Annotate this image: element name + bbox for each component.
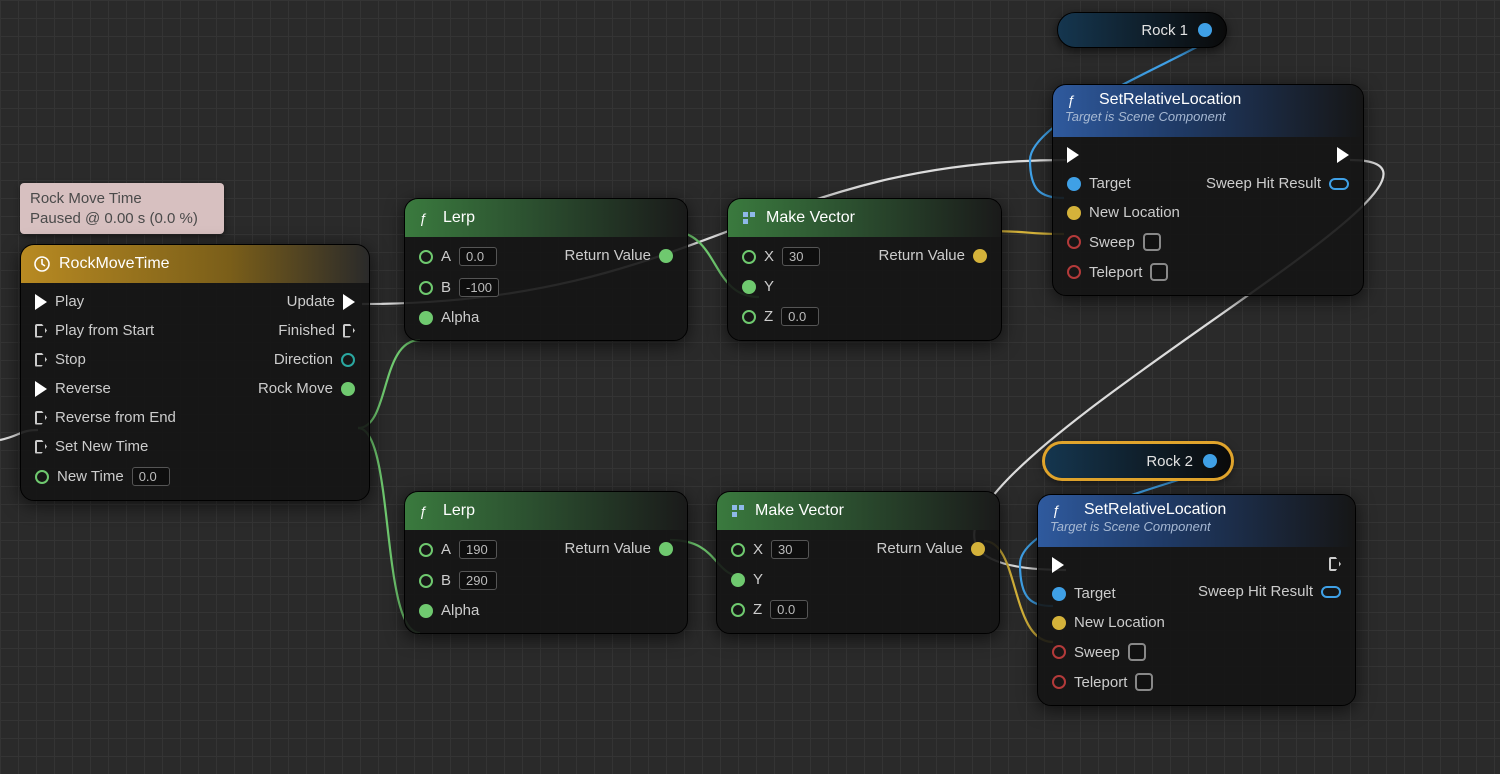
lerp2-pin-return[interactable]: Return Value	[565, 540, 673, 557]
function-icon: ƒ	[1065, 91, 1083, 109]
timeline-output-track[interactable]: Rock Move	[258, 380, 355, 397]
lerp-node-2[interactable]: ƒ Lerp A190 B290 Alpha Return Value	[404, 491, 688, 634]
timeline-input-reverse-from-end[interactable]: Reverse from End	[35, 409, 176, 426]
variable-label: Rock 1	[1141, 22, 1188, 39]
srl1-exec-in[interactable]	[1067, 147, 1180, 163]
node-title: Lerp	[443, 209, 475, 227]
srl2-pin-target[interactable]: Target	[1052, 585, 1165, 602]
timeline-input-stop[interactable]: Stop	[35, 351, 176, 368]
lerp-node-1[interactable]: ƒ Lerp A0.0 B-100 Alpha Return Value	[404, 198, 688, 341]
mv2-pin-x[interactable]: X30	[731, 540, 809, 559]
timeline-output-update[interactable]: Update	[287, 293, 355, 310]
checkbox[interactable]	[1128, 643, 1146, 661]
srl2-exec-out[interactable]	[1329, 557, 1341, 571]
make-vector-node-1[interactable]: Make Vector X30 Y Z0.0 Return Value	[727, 198, 1002, 341]
srl2-pin-newlocation[interactable]: New Location	[1052, 614, 1165, 631]
comment-box: Rock Move Time Paused @ 0.00 s (0.0 %)	[20, 183, 224, 234]
svg-text:ƒ: ƒ	[419, 210, 427, 226]
node-title: SetRelativeLocation	[1099, 91, 1241, 109]
mv1-pin-z[interactable]: Z0.0	[742, 307, 820, 326]
lerp1-pin-b[interactable]: B-100	[419, 278, 499, 297]
node-title: SetRelativeLocation	[1084, 501, 1226, 519]
mv1-pin-x[interactable]: X30	[742, 247, 820, 266]
srl1-exec-out[interactable]	[1337, 147, 1349, 163]
comment-line1: Rock Move Time	[30, 189, 214, 209]
node-title: Make Vector	[766, 209, 855, 227]
srl2-pin-teleport[interactable]: Teleport	[1052, 673, 1165, 691]
lerp1-pin-return[interactable]: Return Value	[565, 247, 673, 264]
node-title: Make Vector	[755, 502, 844, 520]
function-icon: ƒ	[417, 502, 435, 520]
float-pin-icon	[35, 470, 49, 484]
timeline-input-set-new-time[interactable]: Set New Time	[35, 438, 176, 455]
timeline-input-play[interactable]: Play	[35, 293, 176, 310]
timeline-input-reverse[interactable]: Reverse	[35, 380, 176, 397]
node-header: ƒ SetRelativeLocation Target is Scene Co…	[1038, 495, 1355, 547]
node-header: ƒ SetRelativeLocation Target is Scene Co…	[1053, 85, 1363, 137]
mv1-pin-y[interactable]: Y	[742, 278, 820, 295]
srl2-pin-sweephit[interactable]: Sweep Hit Result	[1198, 583, 1341, 600]
lerp1-pin-alpha[interactable]: Alpha	[419, 309, 499, 326]
new-time-value[interactable]: 0.0	[132, 467, 170, 486]
timeline-output-finished[interactable]: Finished	[278, 322, 355, 339]
checkbox[interactable]	[1143, 233, 1161, 251]
checkbox[interactable]	[1135, 673, 1153, 691]
timeline-node[interactable]: RockMoveTime Play Play from Start Stop R…	[20, 244, 370, 501]
svg-text:ƒ: ƒ	[419, 503, 427, 519]
byte-pin-icon	[341, 353, 355, 367]
srl2-pin-sweep[interactable]: Sweep	[1052, 643, 1165, 661]
node-subtitle: Target is Scene Component	[1065, 109, 1226, 124]
checkbox[interactable]	[1150, 263, 1168, 281]
make-vector-node-2[interactable]: Make Vector X30 Y Z0.0 Return Value	[716, 491, 1000, 634]
variable-node-rock1[interactable]: Rock 1	[1057, 12, 1227, 48]
srl1-pin-sweephit[interactable]: Sweep Hit Result	[1206, 175, 1349, 192]
srl1-pin-sweep[interactable]: Sweep	[1067, 233, 1180, 251]
lerp2-pin-a[interactable]: A190	[419, 540, 497, 559]
mv2-pin-return[interactable]: Return Value	[877, 540, 985, 557]
function-icon: ƒ	[417, 209, 435, 227]
struct-icon	[729, 502, 747, 520]
timeline-output-direction[interactable]: Direction	[274, 351, 355, 368]
srl1-pin-target[interactable]: Target	[1067, 175, 1180, 192]
mv2-pin-y[interactable]: Y	[731, 571, 809, 588]
node-header: ƒ Lerp	[405, 199, 687, 237]
node-header: Make Vector	[717, 492, 999, 530]
node-header: Make Vector	[728, 199, 1001, 237]
mv1-pin-return[interactable]: Return Value	[879, 247, 987, 264]
set-relative-location-node-1[interactable]: ƒ SetRelativeLocation Target is Scene Co…	[1052, 84, 1364, 296]
srl2-exec-in[interactable]	[1052, 557, 1165, 573]
comment-line2: Paused @ 0.00 s (0.0 %)	[30, 209, 214, 229]
variable-label: Rock 2	[1146, 453, 1193, 470]
timeline-new-time[interactable]: New Time 0.0	[35, 467, 176, 486]
lerp2-pin-alpha[interactable]: Alpha	[419, 602, 497, 619]
node-title: Lerp	[443, 502, 475, 520]
svg-text:ƒ: ƒ	[1052, 502, 1060, 518]
object-pin-icon[interactable]	[1198, 23, 1212, 37]
object-pin-icon[interactable]	[1203, 454, 1217, 468]
struct-icon	[740, 209, 758, 227]
timeline-header: RockMoveTime	[21, 245, 369, 283]
variable-node-rock2[interactable]: Rock 2	[1044, 443, 1232, 479]
mv2-pin-z[interactable]: Z0.0	[731, 600, 809, 619]
timeline-title: RockMoveTime	[59, 255, 170, 273]
srl1-pin-newlocation[interactable]: New Location	[1067, 204, 1180, 221]
srl1-pin-teleport[interactable]: Teleport	[1067, 263, 1180, 281]
struct-pin-icon	[1329, 178, 1349, 190]
struct-pin-icon	[1321, 586, 1341, 598]
float-pin-icon	[341, 382, 355, 396]
node-header: ƒ Lerp	[405, 492, 687, 530]
set-relative-location-node-2[interactable]: ƒ SetRelativeLocation Target is Scene Co…	[1037, 494, 1356, 706]
lerp1-pin-a[interactable]: A0.0	[419, 247, 499, 266]
node-subtitle: Target is Scene Component	[1050, 519, 1211, 534]
function-icon: ƒ	[1050, 501, 1068, 519]
clock-icon	[33, 255, 51, 273]
svg-text:ƒ: ƒ	[1067, 92, 1075, 108]
timeline-input-play-from-start[interactable]: Play from Start	[35, 322, 176, 339]
lerp2-pin-b[interactable]: B290	[419, 571, 497, 590]
